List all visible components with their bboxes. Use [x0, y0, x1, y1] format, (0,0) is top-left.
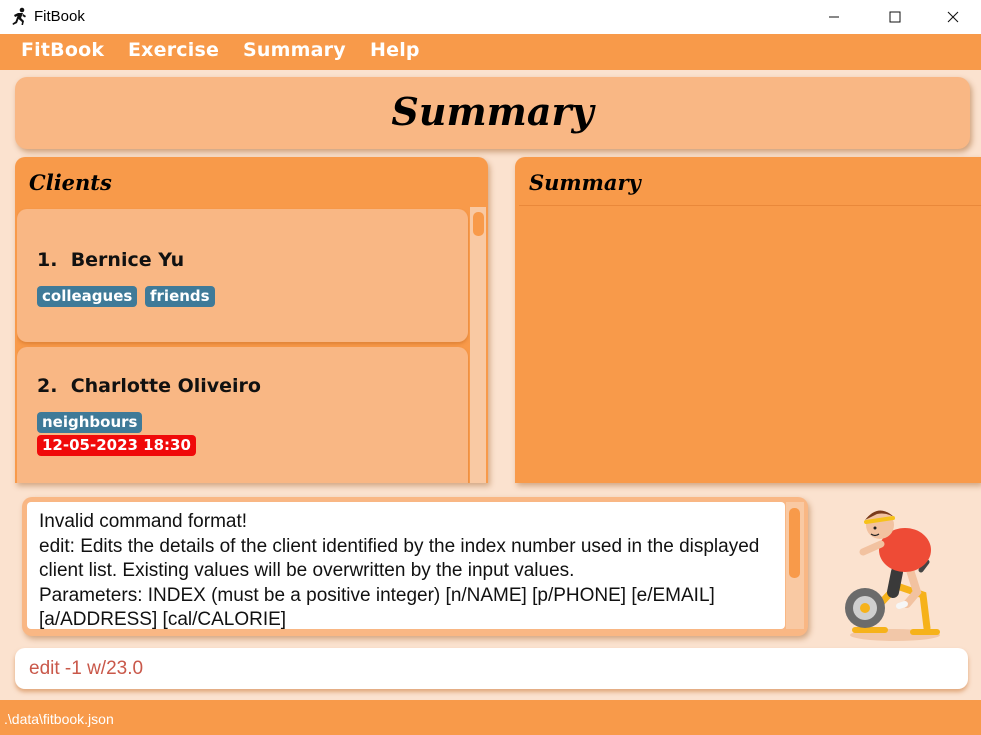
tag-badge: neighbours — [37, 412, 143, 433]
menu-summary[interactable]: Summary — [243, 39, 346, 61]
running-person-icon — [12, 7, 26, 25]
scrollbar-thumb[interactable] — [789, 508, 800, 578]
window-title: FitBook — [34, 8, 85, 25]
close-icon — [947, 11, 959, 23]
status-bar: .\data\fitbook.json — [0, 700, 981, 735]
result-scrollbar[interactable] — [786, 502, 804, 629]
summary-title: Summary — [529, 170, 641, 195]
close-button[interactable] — [930, 0, 976, 34]
clients-panel: Clients 1. Bernice Yu colleagues friends… — [15, 157, 488, 483]
minimize-button[interactable] — [811, 0, 857, 34]
command-box — [15, 648, 968, 689]
clients-title: Clients — [29, 170, 112, 195]
scrollbar-thumb[interactable] — [473, 212, 484, 236]
menu-exercise[interactable]: Exercise — [128, 39, 219, 61]
result-text-area[interactable]: Invalid command format! edit: Edits the … — [27, 502, 785, 629]
menu-help[interactable]: Help — [370, 39, 420, 61]
client-card[interactable]: 2. Charlotte Oliveiro neighbours 12-05-2… — [17, 347, 468, 483]
tag-badge: colleagues — [37, 286, 138, 307]
data-file-path: .\data\fitbook.json — [4, 711, 114, 727]
result-message: Invalid command format! edit: Edits the … — [39, 511, 760, 629]
tag-badge: friends — [145, 286, 215, 307]
client-name: 2. Charlotte Oliveiro — [37, 375, 261, 397]
exercise-bike-illustration — [845, 510, 940, 641]
summary-divider — [519, 205, 981, 206]
client-name: 1. Bernice Yu — [37, 249, 185, 271]
client-list-scrollbar[interactable] — [470, 207, 486, 483]
summary-panel: Summary — [515, 157, 981, 483]
menu-bar: FitBook Exercise Summary Help — [0, 34, 981, 70]
maximize-button[interactable] — [872, 0, 918, 34]
appointment-badge: 12-05-2023 18:30 — [37, 435, 196, 456]
result-display: Invalid command format! edit: Edits the … — [22, 497, 808, 636]
minimize-icon — [829, 16, 839, 18]
command-input[interactable] — [29, 656, 949, 682]
menu-fitbook[interactable]: FitBook — [21, 39, 104, 61]
maximize-icon — [889, 11, 901, 23]
header-panel: Summary — [15, 77, 970, 149]
client-list[interactable]: 1. Bernice Yu colleagues friends 2. Char… — [17, 207, 469, 483]
page-title: Summary — [391, 89, 594, 134]
client-card[interactable]: 1. Bernice Yu colleagues friends — [17, 209, 468, 342]
title-bar: FitBook — [0, 0, 981, 34]
